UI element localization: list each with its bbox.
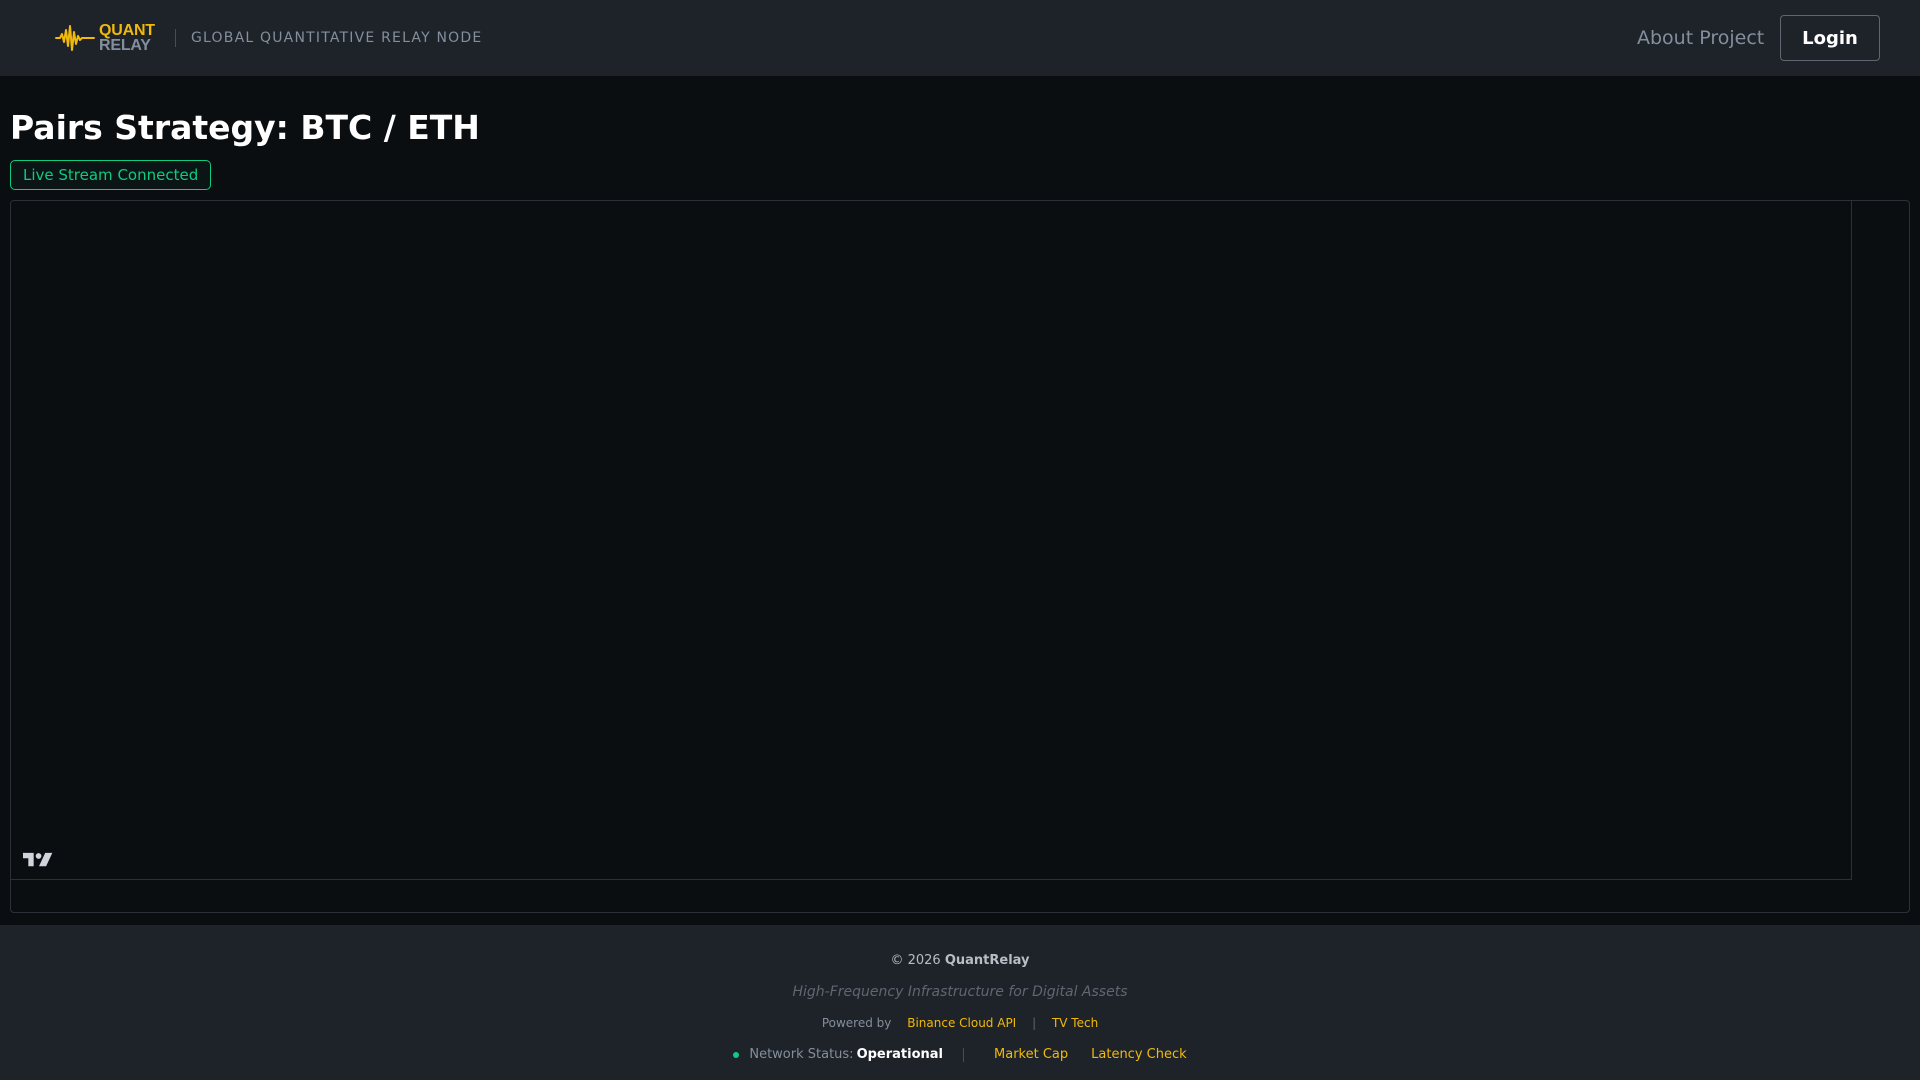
waveform-logo-icon [55,25,95,51]
footer-divider [963,1048,965,1062]
site-tagline: GLOBAL QUANTITATIVE RELAY NODE [191,30,483,46]
chart-plot-area[interactable] [11,201,1852,880]
brand-divider [175,29,176,47]
logo-wordmark: QUANT RELAY [99,22,155,54]
network-status-value: Operational [856,1047,944,1062]
logo-text-line2: RELAY [99,37,151,54]
copyright-brand: QuantRelay [944,953,1030,968]
powered-by-label: Powered by [821,1016,892,1030]
latency-check-link[interactable]: Latency Check [1091,1046,1187,1064]
logo-text-line1: QUANT [99,22,155,39]
brand-logo[interactable]: QUANT RELAY [55,20,155,56]
chart-widget[interactable] [10,200,1910,913]
live-stream-status-badge: Live Stream Connected [10,160,212,190]
network-status-label: Network Status: [749,1047,854,1062]
powered-by-separator: | [1032,1016,1037,1030]
binance-cloud-api-link[interactable]: Binance Cloud API [907,1016,1016,1030]
page-title: Pairs Strategy: BTC / ETH [10,108,480,147]
site-footer: © 2026 QuantRelay High-Frequency Infrast… [0,925,1920,1080]
powered-by-line: Powered by Binance Cloud API | TV Tech [0,1015,1920,1031]
top-navigation-bar: QUANT RELAY GLOBAL QUANTITATIVE RELAY NO… [0,0,1920,76]
copyright-notice: © 2026 QuantRelay [0,952,1920,970]
tv-tech-link[interactable]: TV Tech [1052,1016,1098,1030]
login-button[interactable]: Login [1780,15,1880,61]
footer-slogan: High-Frequency Infrastructure for Digita… [792,984,1128,1000]
status-dot-icon [733,1052,740,1058]
network-status-line: Network Status: Operational Market Cap L… [0,1046,1920,1064]
tradingview-logo-icon[interactable] [23,851,55,869]
copyright-prefix: © 2026 [890,953,941,968]
about-project-link[interactable]: About Project [1637,25,1764,51]
market-cap-link[interactable]: Market Cap [994,1046,1068,1064]
